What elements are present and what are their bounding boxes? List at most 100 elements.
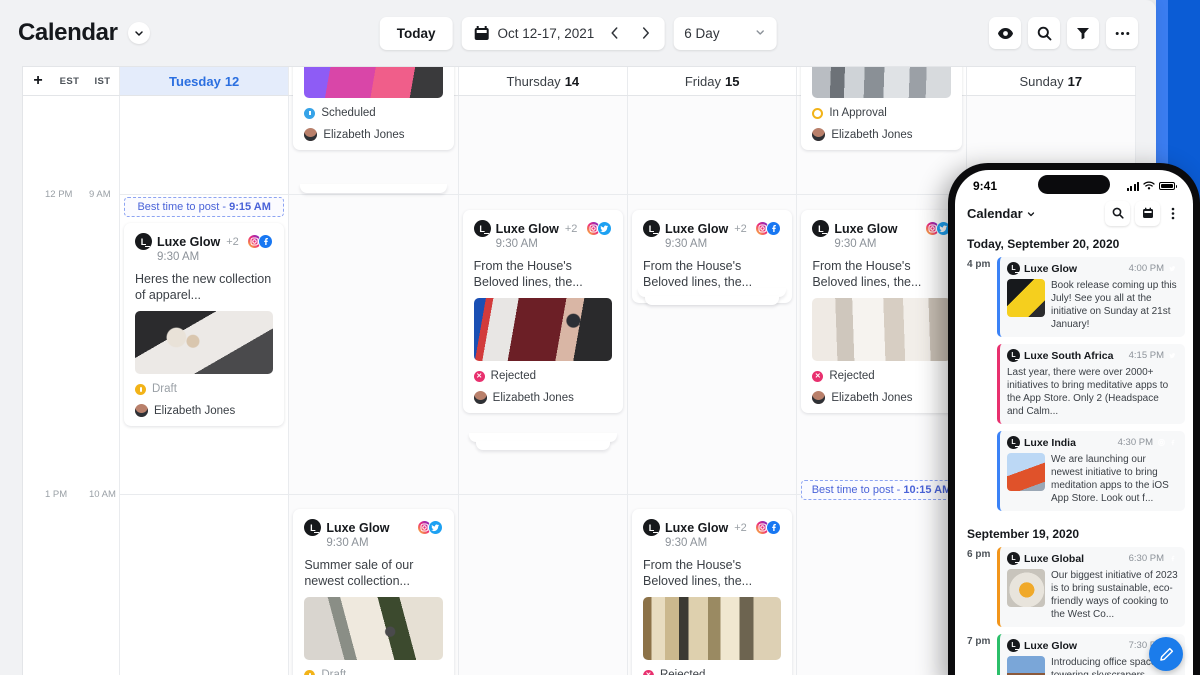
instagram-icon <box>1156 437 1167 448</box>
preview-eye-icon[interactable] <box>989 17 1021 49</box>
post-card[interactable]: L Luxe Glow +2 9:30 AM From the House's … <box>631 509 793 675</box>
phone-clock: 9:41 <box>973 179 998 193</box>
post-time: 9:30 AM <box>664 238 708 250</box>
event-text: Last year, there were over 2000+ initiat… <box>1007 367 1169 417</box>
post-image <box>473 298 612 361</box>
account-avatar: L <box>473 220 491 237</box>
prev-period-button[interactable] <box>603 19 625 47</box>
calendar-app: Calendar Today Oct 12-17, 2021 6 Day + E… <box>0 0 1200 675</box>
time-gutter: 12 PM 9 AM 1 PM 10 AM <box>23 96 120 675</box>
more-options-icon[interactable] <box>1106 17 1138 49</box>
calendar-header-row: + EST IST Tuesday12 Wednesday13 Thursday… <box>23 67 1136 96</box>
twitter-icon <box>596 221 612 236</box>
day-column-saturday[interactable]: In Approval Elizabeth Jones L Luxe Glow <box>797 67 967 675</box>
timezone-ist[interactable]: IST <box>86 76 119 87</box>
phone-feed: Today, September 20, 2020 4 pm L Luxe Gl… <box>955 228 1193 675</box>
filter-icon[interactable] <box>1067 17 1099 49</box>
post-image <box>812 67 951 98</box>
day-column-thursday[interactable]: L Luxe Glow +2 9:30 AM From the House's … <box>458 96 628 675</box>
account-name: Luxe Glow <box>1024 262 1078 275</box>
post-status: Draft <box>135 383 273 395</box>
avatar <box>473 391 487 404</box>
event-thumbnail <box>1007 656 1045 675</box>
compose-icon[interactable] <box>1149 637 1183 671</box>
today-button[interactable]: Today <box>379 16 453 50</box>
account-overflow-count: +2 <box>564 222 578 235</box>
event-time: 6:30 PM <box>1128 553 1164 564</box>
post-text: From the House's Beloved lines, the... <box>473 259 583 289</box>
date-navigation: Today Oct 12-17, 2021 6 Day <box>379 16 777 50</box>
event-time: 4:00 PM <box>1128 263 1164 274</box>
facebook-icon <box>766 520 782 535</box>
account-overflow-count: +2 <box>226 235 239 248</box>
post-card[interactable]: L Luxe Glow 9:30 AM From the House's Bel… <box>801 210 962 413</box>
day-header-sunday[interactable]: Sunday 17 <box>967 67 1136 95</box>
in-approval-status-icon <box>812 107 824 119</box>
status-label: Rejected <box>659 669 706 675</box>
next-period-button[interactable] <box>634 19 656 47</box>
chevron-down-icon <box>754 26 765 41</box>
more-vertical-icon[interactable] <box>1165 200 1181 226</box>
post-text: Summer sale of our newest collection... <box>304 558 414 588</box>
calendar-icon[interactable] <box>1135 200 1160 226</box>
event-thumbnail <box>1007 453 1045 491</box>
post-status: Scheduled <box>304 107 442 119</box>
status-label: Rejected <box>490 370 537 382</box>
best-time-badge[interactable]: Best time to post -10:15 AM <box>801 480 962 500</box>
account-name: Luxe India <box>1024 436 1076 449</box>
post-card[interactable]: L Luxe Glow +2 9:30 AM Heres the new col… <box>124 223 285 426</box>
timezone-est[interactable]: EST <box>53 76 86 87</box>
day-header-friday[interactable]: Friday 15 <box>628 67 798 95</box>
account-avatar: L <box>1007 349 1020 362</box>
post-text: From the House's Beloved lines, the... <box>642 259 753 289</box>
account-name: Luxe Glow <box>1024 639 1078 652</box>
facebook-icon <box>766 221 782 236</box>
day-header-tuesday[interactable]: Tuesday 12 <box>120 67 290 95</box>
post-assignee: Elizabeth Jones <box>812 391 950 404</box>
best-time-value: 9:15 AM <box>229 201 271 213</box>
day-header-thursday[interactable]: Thursday 14 <box>459 67 628 95</box>
search-icon[interactable] <box>1105 200 1130 226</box>
search-icon[interactable] <box>1028 17 1060 49</box>
rejected-status-icon: ✕ <box>642 669 654 675</box>
post-image <box>642 597 782 660</box>
phone-event-card[interactable]: L Luxe Global 6:30 PM Our biggest initia… <box>997 547 1185 627</box>
chevron-down-icon[interactable] <box>127 22 150 44</box>
view-selector[interactable]: 6 Day <box>673 16 777 50</box>
phone-section-heading: Today, September 20, 2020 <box>967 237 1120 251</box>
avatar <box>812 128 826 141</box>
account-overflow-count: +2 <box>734 521 747 534</box>
account-name: Luxe Glow <box>157 234 221 249</box>
date-range-picker[interactable]: Oct 12-17, 2021 <box>461 16 665 50</box>
avatar <box>812 391 826 404</box>
day-column-wednesday[interactable]: Scheduled Elizabeth Jones L Luxe Glow 9:… <box>289 67 459 675</box>
best-time-badge[interactable]: Best time to post -9:15 AM <box>124 197 285 217</box>
post-header: L Luxe Glow <box>304 519 443 536</box>
post-card[interactable]: Scheduled Elizabeth Jones <box>293 67 454 150</box>
account-name: Luxe Glow <box>664 221 729 236</box>
day-column-tuesday[interactable]: Best time to post -9:15 AM L Luxe Glow +… <box>120 96 290 675</box>
date-range-label: Oct 12-17, 2021 <box>497 25 595 41</box>
phone-event-card[interactable]: L Luxe Glow 4:00 PM Book release coming … <box>997 257 1185 337</box>
phone-hour-label: 6 pm <box>967 549 991 560</box>
rejected-status-icon: ✕ <box>812 370 824 382</box>
day-column-friday[interactable]: L Luxe Glow +2 9:30 AM From the House's … <box>627 96 798 675</box>
post-card[interactable]: L Luxe Glow +2 9:30 AM From the House's … <box>462 210 623 413</box>
day-date: 12 <box>224 73 240 89</box>
account-avatar: L <box>642 519 660 536</box>
add-timezone-button[interactable]: + <box>23 72 53 90</box>
tick-primary: 1 PM <box>45 489 68 500</box>
phone-event-card[interactable]: L Luxe India 4:30 PM We are launching ou… <box>997 431 1185 511</box>
account-name: Luxe Glow <box>664 520 729 535</box>
post-card[interactable]: In Approval Elizabeth Jones <box>801 67 962 150</box>
facebook-icon <box>1167 437 1178 448</box>
post-status: ✕ Rejected <box>812 370 950 382</box>
phone-title[interactable]: Calendar <box>967 206 1035 221</box>
account-name: Luxe Glow <box>495 221 559 236</box>
status-label: Draft <box>152 383 177 395</box>
rejected-status-icon: ✕ <box>473 370 485 382</box>
account-avatar: L <box>1007 262 1020 275</box>
post-card[interactable]: L Luxe Glow 9:30 AM Summer sale of our n… <box>293 509 454 675</box>
phone-event-card[interactable]: L Luxe South Africa 4:15 PM Last year, t… <box>997 344 1185 424</box>
facebook-icon <box>1167 553 1178 564</box>
